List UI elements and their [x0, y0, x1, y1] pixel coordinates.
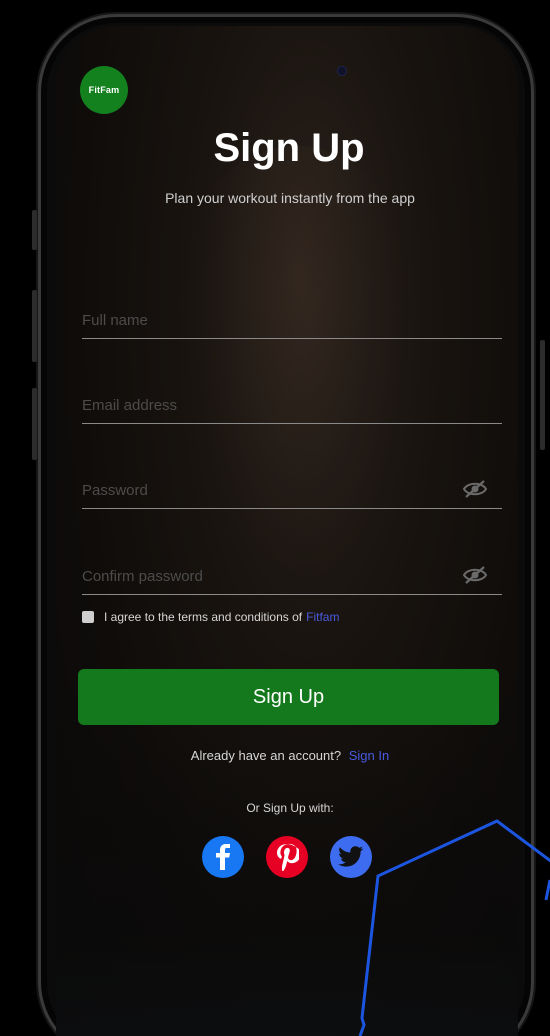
- side-button: [32, 290, 37, 362]
- social-label: Or Sign Up with:: [246, 801, 334, 815]
- signin-link[interactable]: Sign In: [349, 748, 389, 763]
- screen-background: [56, 26, 518, 1036]
- app-stage: FitFam Sign Up Plan your workout instant…: [0, 0, 550, 1036]
- pinterest-button[interactable]: [266, 836, 308, 878]
- facebook-button[interactable]: [202, 836, 244, 878]
- terms-row: I agree to the terms and conditions of F…: [82, 610, 339, 624]
- password-input[interactable]: [82, 482, 442, 499]
- signin-prompt: Already have an account?: [190, 748, 342, 763]
- eye-off-icon[interactable]: [462, 478, 488, 500]
- pinterest-icon: [277, 843, 299, 871]
- side-button: [540, 340, 545, 450]
- facebook-icon: [216, 844, 230, 870]
- terms-link[interactable]: Fitfam: [306, 610, 339, 624]
- confirm-password-input[interactable]: [82, 568, 442, 585]
- side-button: [32, 210, 37, 250]
- email-field: [82, 393, 502, 424]
- signin-row: Already have an account? Sign In: [0, 748, 550, 763]
- twitter-button[interactable]: [330, 836, 372, 878]
- eye-off-icon[interactable]: [462, 564, 488, 586]
- sign-up-button[interactable]: Sign Up: [78, 669, 499, 725]
- side-button: [32, 388, 37, 460]
- email-input[interactable]: [82, 397, 442, 414]
- app-logo: FitFam: [80, 66, 128, 114]
- confirm-password-field: [82, 564, 502, 595]
- full-name-field: [82, 308, 502, 339]
- terms-checkbox[interactable]: [82, 611, 94, 623]
- password-field: [82, 478, 502, 509]
- page-title: Sign Up: [213, 126, 365, 170]
- full-name-input[interactable]: [82, 312, 442, 329]
- terms-text: I agree to the terms and conditions of: [104, 610, 303, 624]
- camera-dot: [337, 66, 347, 76]
- page-subtitle: Plan your workout instantly from the app: [165, 190, 415, 206]
- twitter-icon: [338, 846, 364, 867]
